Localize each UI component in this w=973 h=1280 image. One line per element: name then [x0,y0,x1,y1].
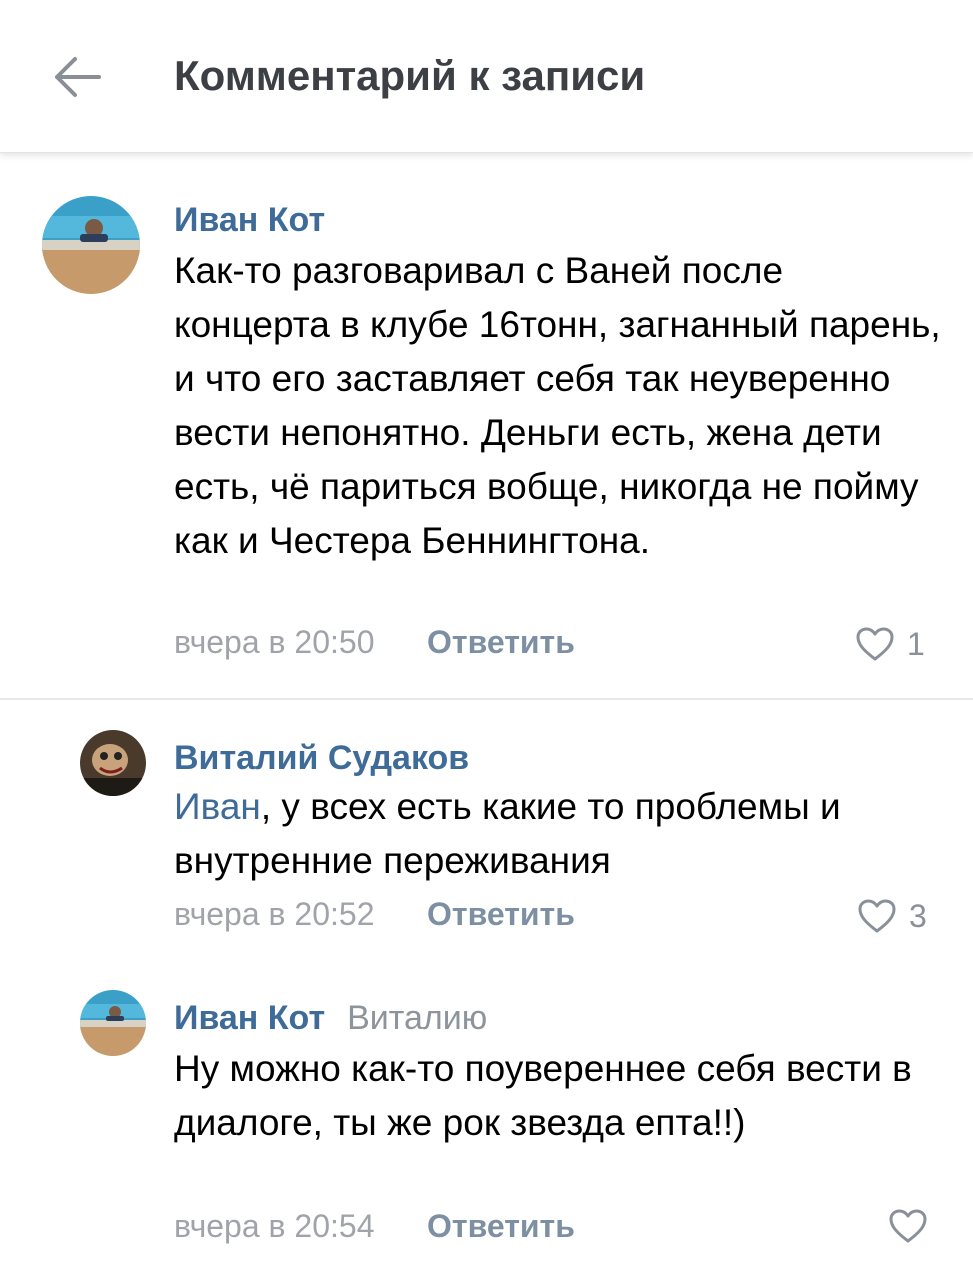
author-name[interactable]: Иван Кот [174,198,325,242]
comment-time: вчера в 20:50 [174,624,375,660]
back-button[interactable] [40,42,114,112]
comment-time: вчера в 20:52 [174,896,375,932]
author-name-text[interactable]: Иван Кот [174,999,325,1037]
author-name[interactable]: Виталий Судаков [174,736,469,780]
arrow-left-icon [55,57,101,97]
like-button[interactable] [888,1208,928,1244]
reply-button[interactable]: Ответить [427,622,575,662]
like-count: 1 [907,626,925,662]
avatar[interactable] [42,196,140,294]
comment-text: Иван, у всех есть какие то проблемы и вн… [174,780,944,888]
top-bar: Комментарий к записи [0,0,973,153]
avatar[interactable] [80,730,146,796]
mention-link[interactable]: Иван [174,786,261,827]
like-button[interactable]: 1 [855,624,925,664]
page-title: Комментарий к записи [174,52,646,99]
reply-to-label[interactable]: Виталию [347,999,487,1037]
comment-text: Как-то разговаривал с Ваней после концер… [174,250,941,561]
like-count: 3 [909,898,927,934]
heart-icon [889,1209,927,1243]
reply-button[interactable]: Ответить [427,894,575,934]
reply-button[interactable]: Ответить [427,1206,575,1246]
avatar[interactable] [80,990,146,1056]
comment-time: вчера в 20:54 [174,1208,375,1244]
author-name[interactable]: Иван Кот Виталию [174,996,487,1040]
heart-icon [856,627,894,661]
comment-text: Ну можно как-то поувереннее себя вести в… [174,1048,912,1143]
heart-icon [858,899,896,933]
comment-text-body: , у всех есть какие то проблемы и внутре… [174,786,841,881]
like-button[interactable]: 3 [857,896,927,936]
divider [0,698,973,700]
